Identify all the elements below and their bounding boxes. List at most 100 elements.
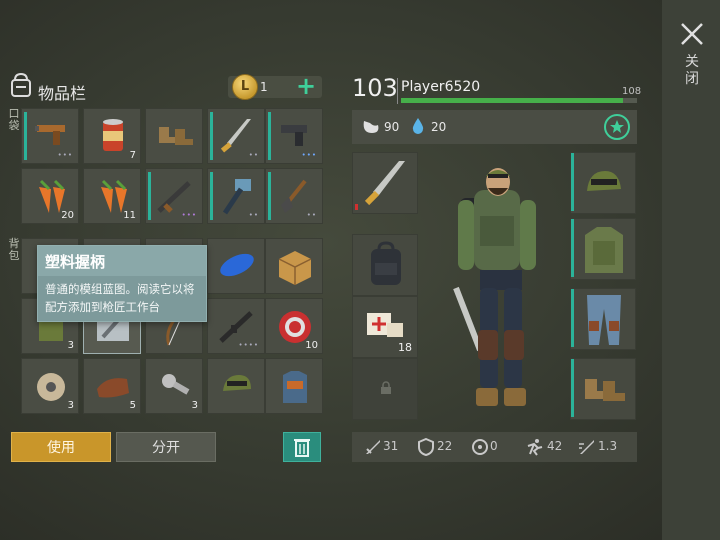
speed-value: 42 <box>547 439 563 453</box>
machete-icon <box>364 161 405 206</box>
slot-machete[interactable]: •• <box>207 108 265 164</box>
trash-button[interactable] <box>283 432 321 462</box>
xp-max: 108 <box>622 86 642 97</box>
armor-slot-feet[interactable] <box>570 358 636 420</box>
cap-icon <box>587 171 621 191</box>
box-icon <box>278 251 312 285</box>
slot-blue-tank[interactable] <box>207 238 265 294</box>
slot-assault-rifle[interactable]: ••• <box>145 168 203 224</box>
running-icon <box>527 439 543 456</box>
cap-icon <box>223 375 251 391</box>
pockets-label: 口袋 <box>8 107 20 132</box>
lock-icon <box>381 381 391 394</box>
perk-button[interactable] <box>604 114 630 140</box>
backpack-label: 背包 <box>8 237 20 262</box>
durability-bar <box>268 172 271 220</box>
fuel-tank-icon <box>220 253 254 277</box>
armor-slot-head[interactable] <box>570 152 636 214</box>
slot-bottle-cap[interactable]: 10 <box>265 298 323 354</box>
player-name: Player6520 <box>401 79 481 95</box>
add-coins-button[interactable]: + <box>296 74 316 98</box>
bolt-icon <box>162 374 190 395</box>
slot-dots: ••• <box>57 151 73 159</box>
slot-armor-vest[interactable] <box>265 358 323 414</box>
slot-qty: 20 <box>61 210 74 221</box>
equip-slot-medical[interactable]: 18 <box>352 296 418 358</box>
durability-bar <box>268 112 271 160</box>
durability-bar <box>571 153 574 211</box>
boots-icon <box>585 379 625 401</box>
slot-cardboard-box[interactable] <box>265 238 323 294</box>
slot-boots[interactable] <box>145 108 203 164</box>
slot-qty: 5 <box>129 400 136 411</box>
defense-value: 22 <box>437 439 453 453</box>
water-drop-icon <box>412 118 424 134</box>
slot-qty: 10 <box>305 340 318 351</box>
player-level: 103 <box>352 74 398 102</box>
slot-camo-cap[interactable] <box>207 358 265 414</box>
slot-carrot-2[interactable]: 11 <box>83 168 141 224</box>
tooltip-description: 普通的模组蓝图。阅读它以将配方添加到枪匠工作台 <box>45 282 195 314</box>
pants-icon <box>587 295 621 345</box>
durability-bar <box>571 289 574 347</box>
durability-bar <box>571 359 574 417</box>
slot-dots: •• <box>306 211 317 219</box>
slot-dots: •••• <box>238 341 259 349</box>
durability-bar <box>571 219 574 277</box>
slot-dots: •• <box>248 211 259 219</box>
durability-bar <box>148 172 151 220</box>
slot-dots: ••• <box>181 211 197 219</box>
durability-bar <box>355 204 358 210</box>
slot-bolts[interactable]: 3 <box>145 358 203 414</box>
slot-qty: 11 <box>123 210 136 221</box>
slot-canned-food[interactable]: 7 <box>83 108 141 164</box>
divider <box>397 78 398 104</box>
durability-bar <box>210 112 213 160</box>
water-value: 20 <box>431 120 447 134</box>
stomach-icon <box>363 121 379 133</box>
coin-icon: L <box>232 74 258 100</box>
armor-slot-body[interactable] <box>570 218 636 280</box>
slot-wire-spool[interactable]: 3 <box>21 358 79 414</box>
close-icon[interactable] <box>678 20 706 48</box>
coin-count: 1 <box>260 80 268 94</box>
slot-pistol-flare[interactable]: ••• <box>21 108 79 164</box>
slot-qty: 3 <box>67 340 74 351</box>
inventory-title: 物品栏 <box>38 84 87 103</box>
close-label[interactable]: 关闭 <box>682 54 702 88</box>
slot-qty: 3 <box>191 400 198 411</box>
equip-slot-backpack[interactable] <box>352 234 418 296</box>
spool-icon <box>37 373 65 401</box>
sword-icon <box>366 440 380 454</box>
leather-icon <box>97 378 129 398</box>
slot-qty: 3 <box>67 400 74 411</box>
radiation-icon <box>472 439 488 455</box>
slot-pistol[interactable]: ••• <box>265 108 323 164</box>
xp-bar-fill <box>401 98 623 103</box>
use-button[interactable]: 使用 <box>11 432 111 462</box>
slot-dots: ••• <box>301 151 317 159</box>
boots-icon <box>159 127 193 145</box>
bandage-icon <box>367 313 403 337</box>
slot-hammer[interactable]: •• <box>207 168 265 224</box>
attack-speed-value: 1.3 <box>598 439 618 453</box>
slot-rifle[interactable]: •••• <box>207 298 265 354</box>
slot-carrot-1[interactable]: 20 <box>21 168 79 224</box>
slot-dots: •• <box>248 151 259 159</box>
slot-qty: 7 <box>129 150 136 161</box>
shield-icon <box>418 438 434 456</box>
attack-value: 31 <box>383 439 399 453</box>
backpack-icon <box>11 72 31 97</box>
split-button[interactable]: 分开 <box>116 432 216 462</box>
durability-bar <box>210 172 213 220</box>
trash-icon <box>294 439 310 457</box>
slot-shovel[interactable]: •• <box>265 168 323 224</box>
star-icon <box>610 120 624 133</box>
backpack-icon <box>371 241 401 285</box>
radiation-value: 0 <box>490 439 498 453</box>
slot-leather[interactable]: 5 <box>83 358 141 414</box>
item-tooltip: 塑料握柄 普通的模组蓝图。阅读它以将配方添加到枪匠工作台 <box>37 245 207 322</box>
flare-gun-icon <box>35 125 65 145</box>
armor-slot-legs[interactable] <box>570 288 636 350</box>
equip-slot-weapon[interactable] <box>352 152 418 214</box>
